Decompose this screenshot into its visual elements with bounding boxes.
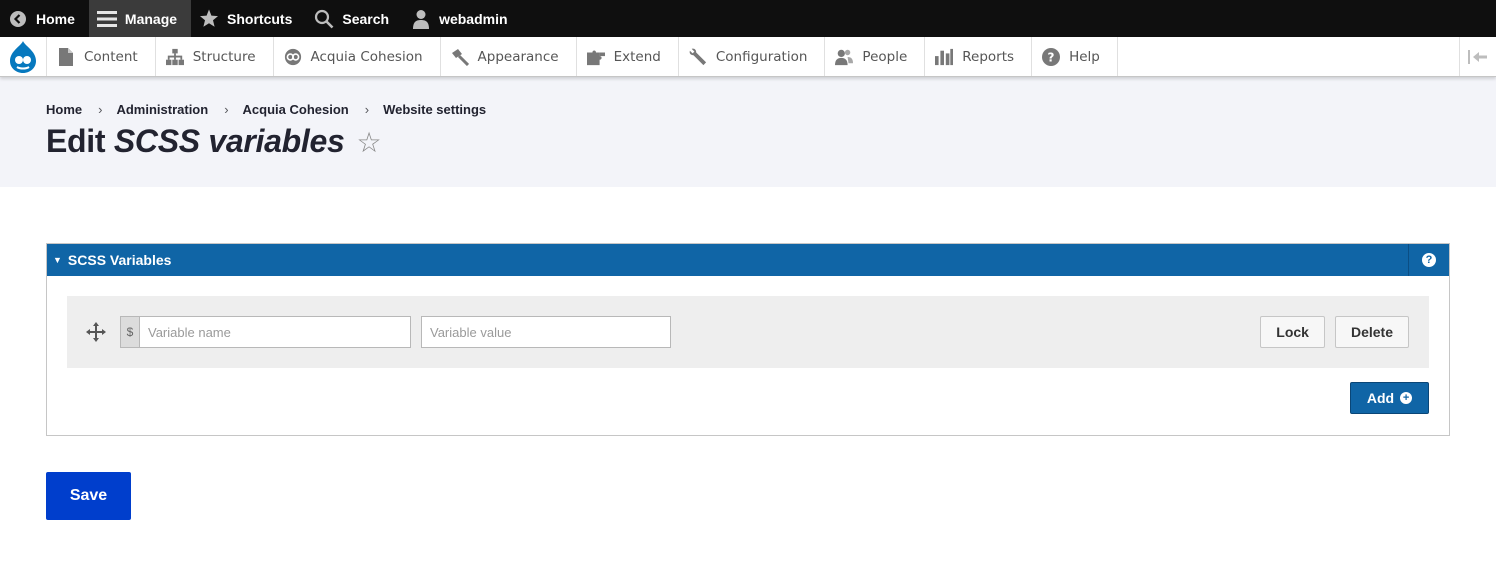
menu-item-extend[interactable]: Extend [577,37,679,76]
menu-item-structure[interactable]: Structure [156,37,274,76]
page-title-prefix: Edit [46,123,106,159]
menu-item-configuration-label: Configuration [715,48,808,65]
menu-item-reports-label: Reports [962,48,1015,65]
caret-down-icon: ▼ [53,255,62,265]
drupal-logo[interactable] [0,37,47,76]
cohesion-icon [284,48,302,66]
toolbar-user-label: webadmin [439,10,508,27]
menu-item-appearance-label: Appearance [477,48,559,65]
admin-menu-tray: Content Structure Acquia Cohesion Appear… [0,37,1496,77]
variable-value-input[interactable] [421,316,671,348]
toolbar-shortcuts[interactable]: Shortcuts [191,0,306,37]
toolbar-home-label: Home [36,10,75,27]
menu-item-content[interactable]: Content [47,37,156,76]
save-button[interactable]: Save [46,472,131,520]
user-icon [411,9,431,29]
drag-handle-icon[interactable] [86,322,106,342]
star-icon [199,9,219,29]
scss-variables-fieldset: ▼ SCSS Variables ? $ Lock Delete [46,243,1450,436]
add-shortcut-star-icon[interactable]: ☆ [356,128,381,157]
menu-item-content-label: Content [84,48,138,65]
page-title-emphasis: SCSS variables [113,123,345,159]
breadcrumb-home[interactable]: Home [46,102,82,117]
help-icon: ? [1042,47,1061,66]
fieldset-body: $ Lock Delete Add + [47,276,1449,435]
toolbar-search-label: Search [342,10,390,27]
menu-item-acquia-cohesion-label: Acquia Cohesion [310,48,423,65]
breadcrumb-website-settings[interactable]: Website settings [383,102,486,117]
toolbar-search[interactable]: Search [306,0,403,37]
paintbrush-icon [451,48,469,66]
toolbar-shortcuts-label: Shortcuts [227,10,293,27]
drupal-drop-icon [10,40,36,73]
top-toolbar: Home Manage Shortcuts Search webadmin [0,0,1496,37]
fieldset-help-button[interactable]: ? [1408,244,1449,276]
toolbar-home[interactable]: Home [0,0,89,37]
toolbar-manage-label: Manage [124,10,178,27]
breadcrumb-separator: › [224,102,229,117]
toolbar-manage[interactable]: Manage [88,0,192,37]
lock-button[interactable]: Lock [1260,316,1325,348]
menu-item-extend-label: Extend [613,48,661,65]
menu-item-reports[interactable]: Reports [925,37,1033,76]
menu-item-help[interactable]: ? Help [1032,37,1118,76]
add-button-label: Add [1366,390,1395,406]
menu-item-acquia-cohesion[interactable]: Acquia Cohesion [274,37,441,76]
file-icon [57,47,75,66]
sitemap-icon [165,48,184,66]
fieldset-header[interactable]: ▼ SCSS Variables ? [47,244,1449,276]
hamburger-icon [96,9,117,29]
variable-row: $ Lock Delete [67,296,1429,368]
fieldset-title: SCSS Variables [67,252,172,268]
bar-chart-icon [935,48,954,66]
wrench-icon [689,48,707,66]
breadcrumb-separator: › [98,102,103,117]
help-icon: ? [1422,253,1436,267]
toolbar-user[interactable]: webadmin [403,0,521,37]
menu-item-people-label: People [862,48,908,65]
delete-button[interactable]: Delete [1334,316,1409,348]
breadcrumb-separator: › [364,102,370,117]
menu-item-people[interactable]: People [825,37,926,76]
search-icon [314,9,334,29]
page-header: Home › Administration › Acquia Cohesion … [0,77,1496,187]
menu-item-configuration[interactable]: Configuration [679,37,826,76]
add-button[interactable]: Add + [1350,382,1429,414]
back-circle-icon [8,9,28,29]
breadcrumb-administration[interactable]: Administration [116,102,208,117]
breadcrumb-acquia-cohesion[interactable]: Acquia Cohesion [243,102,349,117]
menu-item-appearance[interactable]: Appearance [441,37,577,76]
puzzle-icon [586,48,605,66]
main-content: ▼ SCSS Variables ? $ Lock Delete [0,187,1496,520]
people-icon [835,48,854,66]
row-actions: Lock Delete [1260,316,1409,348]
collapse-left-icon [1468,49,1487,64]
tray-orientation-toggle[interactable] [1459,37,1496,76]
variable-name-input[interactable] [139,316,411,348]
svg-text:?: ? [1048,50,1055,64]
breadcrumb: Home › Administration › Acquia Cohesion … [46,102,1450,117]
page-title: Edit SCSS variables [46,123,345,160]
dollar-prefix: $ [120,316,139,348]
plus-circle-icon: + [1400,392,1413,404]
menu-item-structure-label: Structure [192,48,256,65]
menu-item-help-label: Help [1069,48,1100,65]
variable-name-group: $ [120,316,411,348]
